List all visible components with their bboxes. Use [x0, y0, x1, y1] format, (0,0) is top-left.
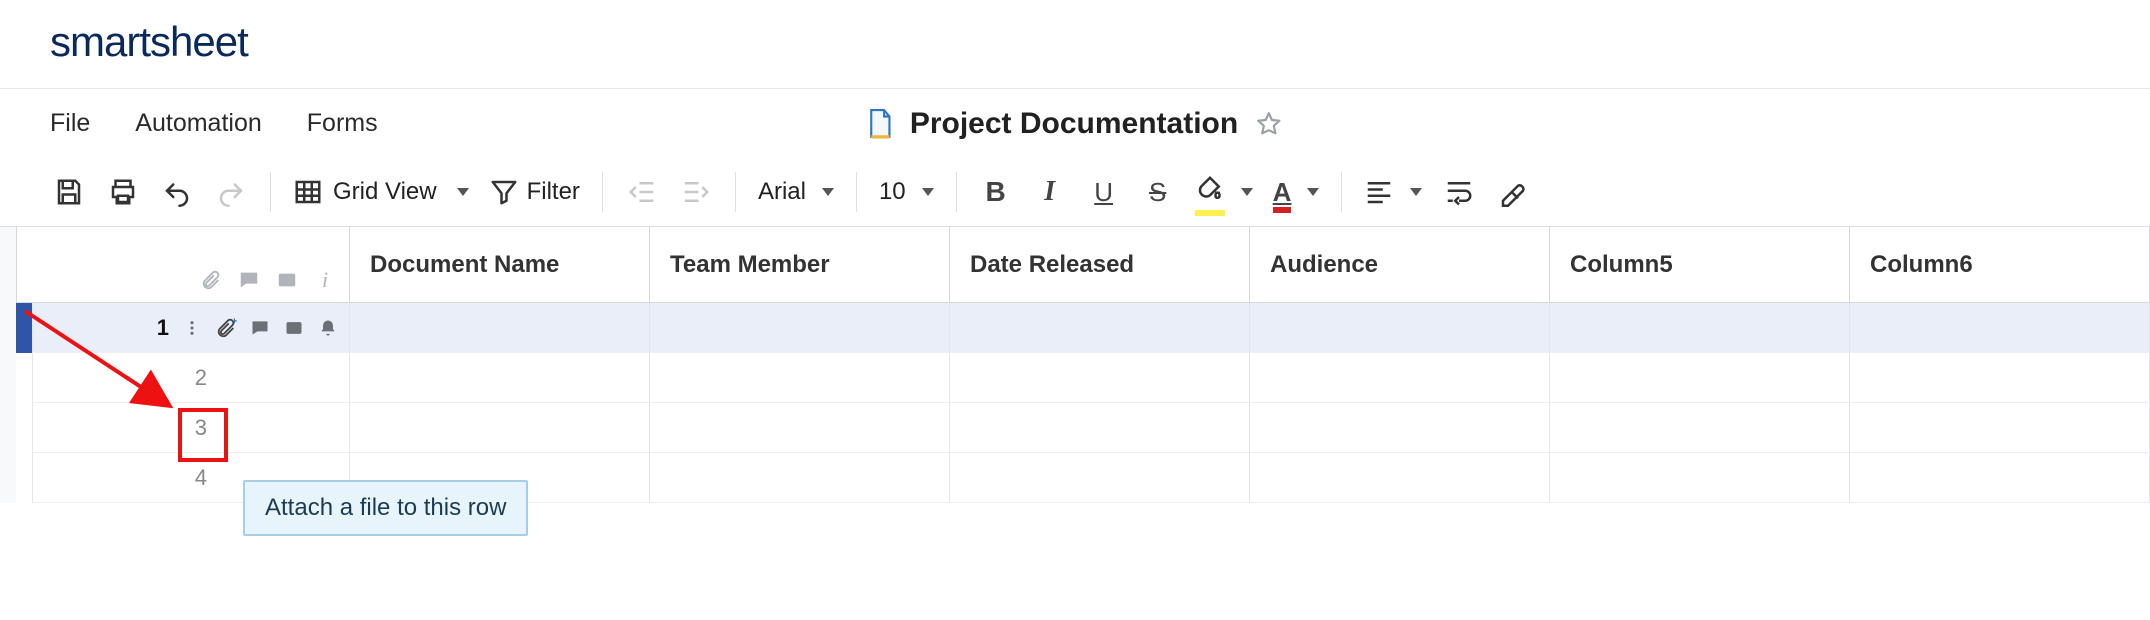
row-number: 3 [167, 415, 207, 441]
clear-format-button[interactable] [1496, 173, 1530, 211]
grid-row[interactable]: 1 + [16, 303, 2150, 353]
row-proof-icon[interactable] [283, 317, 305, 339]
row-selected-indicator [16, 403, 32, 453]
wrap-text-button[interactable] [1442, 173, 1476, 211]
strikethrough-button[interactable]: S [1141, 173, 1175, 211]
cell[interactable] [1250, 453, 1550, 503]
row-number: 2 [167, 365, 207, 391]
toolbar: Grid View Filter Arial 10 B I [0, 160, 2150, 226]
favorite-star-button[interactable] [1254, 109, 1284, 139]
filter-button[interactable]: Filter [489, 173, 580, 211]
view-label: Grid View [333, 178, 437, 206]
cell[interactable] [650, 353, 950, 403]
menu-bar: File Automation Forms Project Documentat… [0, 89, 2150, 160]
cell[interactable] [1250, 353, 1550, 403]
cell[interactable] [350, 353, 650, 403]
attachment-header-icon[interactable] [199, 268, 223, 292]
cell[interactable] [950, 453, 1250, 503]
cell[interactable] [1550, 303, 1850, 353]
cell[interactable] [350, 303, 650, 353]
svg-text:+: + [232, 317, 238, 327]
grid-row[interactable]: 2 [16, 353, 2150, 403]
grid-header-row: i Document Name Team Member Date Release… [16, 227, 2150, 303]
cell[interactable] [1850, 303, 2150, 353]
cell[interactable] [950, 303, 1250, 353]
row-header[interactable]: 3 [32, 403, 350, 453]
font-family-select[interactable]: Arial [758, 173, 834, 211]
redo-icon [214, 173, 248, 211]
chevron-down-icon [457, 188, 469, 196]
column-header[interactable]: Column5 [1550, 227, 1850, 302]
cell[interactable] [1850, 453, 2150, 503]
cell[interactable] [1550, 453, 1850, 503]
column-header[interactable]: Document Name [350, 227, 650, 302]
cell[interactable] [1550, 403, 1850, 453]
text-color-button[interactable]: A [1273, 173, 1320, 211]
document-title-wrap: Project Documentation [866, 107, 1284, 141]
menu-file[interactable]: File [50, 109, 90, 138]
font-size-label: 10 [879, 178, 906, 206]
app-logo: smartsheet [50, 18, 248, 65]
row-attach-icon[interactable]: + [215, 317, 237, 339]
sheet-icon [866, 107, 894, 141]
sheet-area: i Document Name Team Member Date Release… [0, 226, 2150, 503]
row-selected-indicator [16, 453, 32, 503]
chevron-down-icon [1241, 188, 1253, 196]
cell[interactable] [650, 403, 950, 453]
row-menu-icon[interactable] [181, 317, 203, 339]
app-logo-row: smartsheet [0, 0, 2150, 88]
italic-button[interactable]: I [1033, 173, 1067, 211]
row-comment-icon[interactable] [249, 317, 271, 339]
fill-color-button[interactable] [1195, 173, 1253, 211]
proof-header-icon[interactable] [275, 268, 299, 292]
indent-icon [679, 173, 713, 211]
filter-label: Filter [527, 178, 580, 206]
cell[interactable] [1250, 303, 1550, 353]
menu-automation[interactable]: Automation [135, 109, 261, 138]
column-header[interactable]: Team Member [650, 227, 950, 302]
tooltip-attach-row: Attach a file to this row [243, 480, 528, 536]
bold-button[interactable]: B [979, 173, 1013, 211]
print-icon[interactable] [106, 173, 140, 211]
cell[interactable] [1550, 353, 1850, 403]
column-header[interactable]: Column6 [1850, 227, 2150, 302]
save-icon[interactable] [52, 173, 86, 211]
underline-button[interactable]: U [1087, 173, 1121, 211]
comment-header-icon[interactable] [237, 268, 261, 292]
chevron-down-icon [1410, 188, 1422, 196]
cell[interactable] [950, 353, 1250, 403]
cell[interactable] [950, 403, 1250, 453]
row-number: 1 [129, 315, 169, 341]
cell[interactable] [350, 403, 650, 453]
row-header[interactable]: 1 + [32, 303, 350, 353]
row-header[interactable]: 2 [32, 353, 350, 403]
cell[interactable] [650, 453, 950, 503]
info-header-icon[interactable]: i [313, 268, 337, 292]
menu-forms[interactable]: Forms [307, 109, 378, 138]
cell[interactable] [650, 303, 950, 353]
chevron-down-icon [922, 188, 934, 196]
row-selected-indicator [16, 303, 32, 353]
chevron-down-icon [822, 188, 834, 196]
grid-row[interactable]: 3 [16, 403, 2150, 453]
column-header[interactable]: Date Released [950, 227, 1250, 302]
font-size-select[interactable]: 10 [879, 173, 934, 211]
row-selected-indicator [16, 353, 32, 403]
view-switcher[interactable]: Grid View [293, 173, 469, 211]
undo-icon[interactable] [160, 173, 194, 211]
align-button[interactable] [1364, 173, 1422, 211]
chevron-down-icon [1307, 188, 1319, 196]
grid-corner-cell: i [16, 227, 350, 302]
cell[interactable] [1250, 403, 1550, 453]
font-family-label: Arial [758, 178, 806, 206]
cell[interactable] [1850, 353, 2150, 403]
document-title: Project Documentation [910, 107, 1238, 141]
cell[interactable] [1850, 403, 2150, 453]
row-reminder-icon[interactable] [317, 317, 339, 339]
row-number: 4 [167, 465, 207, 491]
outdent-icon [625, 173, 659, 211]
column-header[interactable]: Audience [1250, 227, 1550, 302]
